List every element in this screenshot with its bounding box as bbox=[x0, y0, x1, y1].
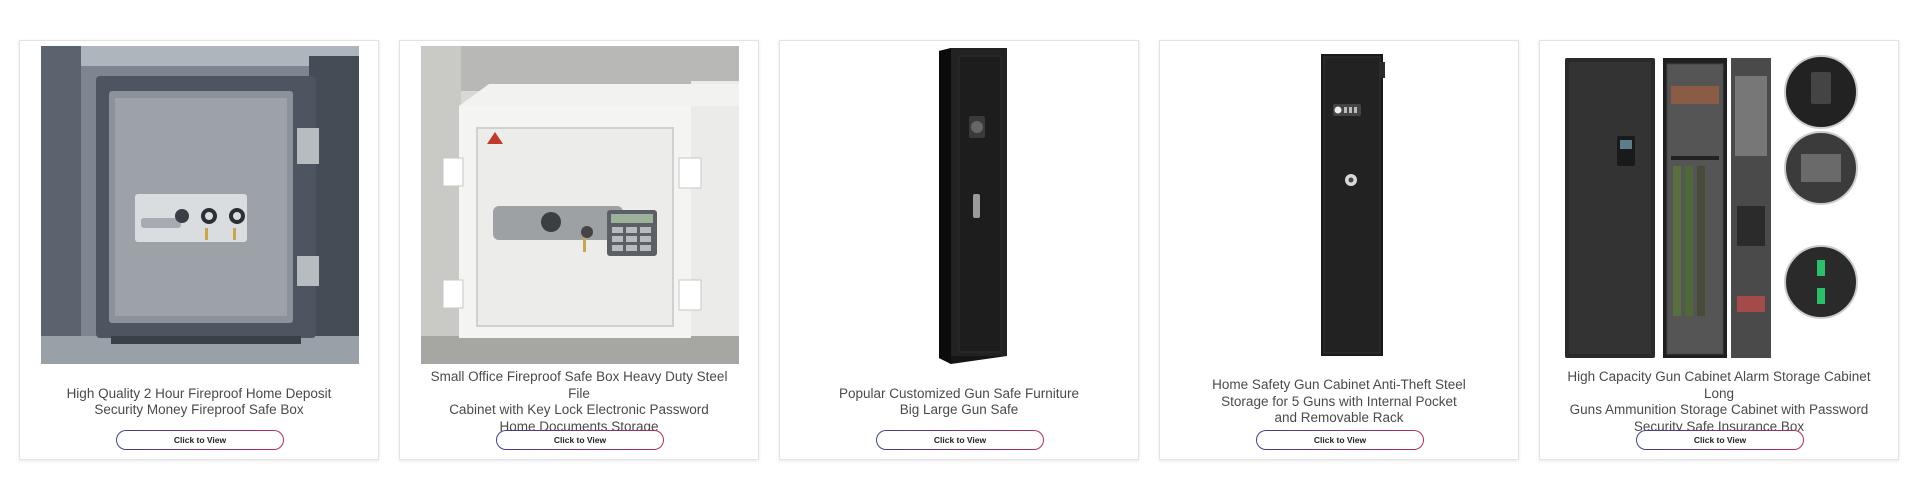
gun-cabinet-black-image bbox=[1181, 46, 1499, 364]
product-title[interactable]: High Quality 2 Hour Fireproof Home Depos… bbox=[40, 376, 358, 428]
product-title-line: Storage for 5 Guns with Internal Pocket bbox=[1221, 393, 1457, 409]
product-title-line: Security Money Fireproof Safe Box bbox=[94, 402, 304, 417]
fireproof-safe-grey-image bbox=[41, 46, 359, 364]
product-title-line: Small Office Fireproof Safe Box Heavy Du… bbox=[430, 369, 728, 401]
product-card[interactable]: Small Office Fireproof Safe Box Heavy Du… bbox=[399, 40, 759, 460]
product-title-line: High Quality 2 Hour Fireproof Home Depos… bbox=[66, 385, 332, 401]
product-title-line: Home Safety Gun Cabinet Anti-Theft Steel bbox=[1212, 377, 1466, 393]
product-image[interactable] bbox=[421, 46, 739, 364]
product-card[interactable]: Home Safety Gun Cabinet Anti-Theft Steel… bbox=[1159, 40, 1519, 460]
product-title-line: Popular Customized Gun Safe Furniture bbox=[838, 385, 1080, 401]
product-title-line: Big Large Gun Safe bbox=[899, 402, 1019, 417]
product-card[interactable]: Popular Customized Gun Safe Furniture Bi… bbox=[779, 40, 1139, 460]
fireproof-safe-white-image bbox=[421, 46, 739, 364]
click-to-view-button[interactable]: Click to View bbox=[1256, 430, 1424, 450]
product-image[interactable] bbox=[801, 46, 1119, 364]
product-title-line: Cabinet with Key Lock Electronic Passwor… bbox=[449, 402, 709, 417]
product-title-line: High Capacity Gun Cabinet Alarm Storage … bbox=[1567, 369, 1871, 401]
product-title[interactable]: Popular Customized Gun Safe Furniture Bi… bbox=[800, 376, 1118, 428]
product-title[interactable]: High Capacity Gun Cabinet Alarm Storage … bbox=[1560, 369, 1878, 434]
product-image[interactable] bbox=[1181, 46, 1499, 364]
product-card[interactable]: High Capacity Gun Cabinet Alarm Storage … bbox=[1539, 40, 1899, 460]
product-image[interactable] bbox=[41, 46, 359, 364]
click-to-view-button[interactable]: Click to View bbox=[1636, 430, 1804, 450]
click-to-view-button[interactable]: Click to View bbox=[116, 430, 284, 450]
product-title-line: and Removable Rack bbox=[1274, 410, 1404, 426]
product-title[interactable]: Small Office Fireproof Safe Box Heavy Du… bbox=[420, 369, 738, 434]
click-to-view-button[interactable]: Click to View bbox=[876, 430, 1044, 450]
product-grid: High Quality 2 Hour Fireproof Home Depos… bbox=[19, 40, 1901, 462]
gun-cabinet-open-image bbox=[1561, 46, 1879, 364]
product-card[interactable]: High Quality 2 Hour Fireproof Home Depos… bbox=[19, 40, 379, 460]
product-image[interactable] bbox=[1561, 46, 1879, 364]
gun-safe-black-image bbox=[801, 46, 1119, 364]
product-title[interactable]: Home Safety Gun Cabinet Anti-Theft Steel… bbox=[1180, 376, 1498, 428]
product-title-line: Guns Ammunition Storage Cabinet with Pas… bbox=[1569, 402, 1869, 417]
click-to-view-button[interactable]: Click to View bbox=[496, 430, 664, 450]
